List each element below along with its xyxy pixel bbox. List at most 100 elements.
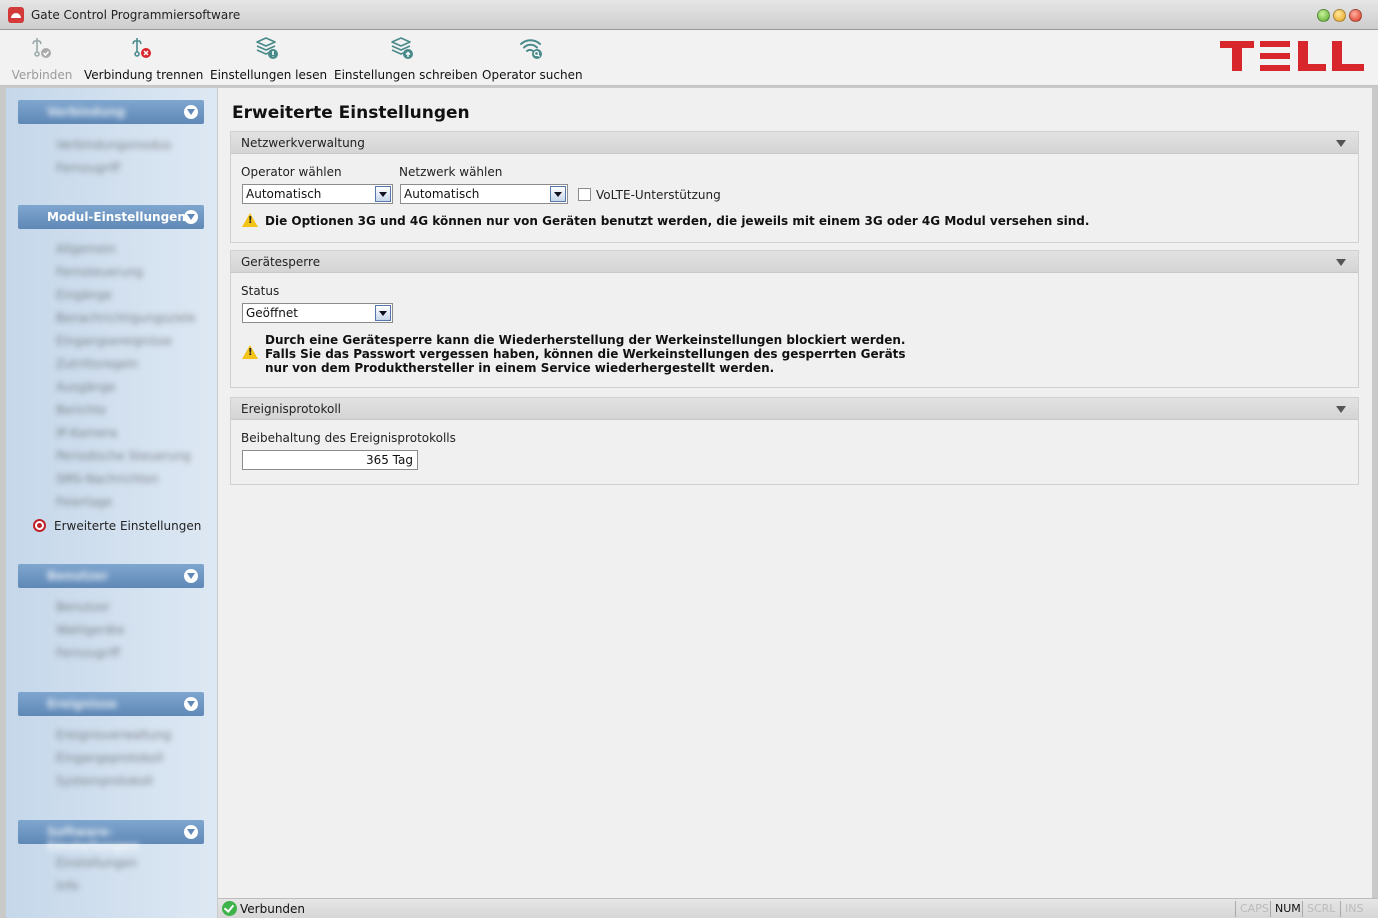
volte-checkbox[interactable] [578,188,591,201]
warning-icon [242,213,258,227]
sidebar-item[interactable]: Ausgänge [56,380,116,396]
sidebar-item[interactable]: Info [56,879,79,895]
dropdown-arrow-icon[interactable] [550,186,566,202]
collapse-arrow-icon[interactable] [1336,140,1346,147]
retention-value: 365 Tag [365,453,413,467]
sidebar-item[interactable]: Fernzugriff [56,646,120,662]
sidebar-section-module-settings[interactable]: Modul-Einstellungen [18,205,204,229]
status-bar: Verbunden CAPS NUM SCRL INS [218,898,1378,918]
sidebar-item[interactable]: Einstellungen [56,856,137,872]
disconnect-button[interactable]: Verbindung trennen [84,30,204,86]
network-select[interactable]: Automatisch [400,184,568,204]
sidebar-item[interactable]: Fernzugriff [56,161,120,177]
read-settings-button[interactable]: Einstellungen lesen [210,30,328,86]
ins-indicator: INS [1340,901,1367,917]
sidebar-section-users[interactable]: Benutzer [18,564,204,588]
usb-connect-icon [32,38,51,58]
layers-read-icon [256,37,278,59]
scrl-indicator: SCRL [1302,901,1339,917]
network-label: Netzwerk wählen [399,165,503,179]
chevron-down-icon [184,825,198,839]
signal-search-icon [520,39,542,59]
operator-label: Operator wählen [241,165,342,179]
sidebar-section-connection[interactable]: Verbindung [18,100,204,124]
page-title: Erweiterte Einstellungen [232,103,470,123]
network-panel-title: Netzwerkverwaltung [241,136,365,150]
sidebar-item-label: Erweiterte Einstellungen [54,519,202,533]
dropdown-arrow-icon[interactable] [375,186,391,202]
app-icon [8,7,24,23]
sidebar-item[interactable]: Fernsteuerung [56,265,143,281]
minimize-button[interactable] [1317,9,1330,22]
event-log-panel-title: Ereignisprotokoll [241,402,341,416]
network-select-value: Automatisch [404,187,480,201]
sidebar-item[interactable]: Benachrichtigungsziele [56,311,196,327]
connect-button[interactable]: Verbinden [10,30,74,86]
layers-write-icon [391,37,413,59]
sidebar-item[interactable]: Verbindungsmodus [56,138,171,154]
dropdown-arrow-icon[interactable] [375,305,391,321]
lock-status-select[interactable]: Geöffnet [242,303,393,323]
num-indicator: NUM [1270,901,1305,917]
event-log-panel-header[interactable]: Ereignisprotokoll [231,398,1358,420]
sidebar-item[interactable]: Periodische Steuerung [56,449,191,465]
toolbar: Verbinden Verbindung trennen Einstellung… [0,30,1378,86]
device-lock-panel: Gerätesperre Status Geöffnet Durch eine … [230,250,1359,388]
operator-select-value: Automatisch [246,187,322,201]
caps-indicator: CAPS [1235,901,1273,917]
sidebar-item[interactable]: SMS-Nachrichten [56,472,159,488]
radio-selected-icon [33,519,46,532]
warning-icon [242,345,258,359]
connect-label: Verbinden [11,68,73,82]
lock-warning-line-3: nur von dem Produkthersteller in einem S… [265,361,775,375]
chevron-down-icon [184,105,198,119]
connection-status: Verbunden [240,902,306,916]
sidebar-item[interactable]: Eingänge [56,288,112,304]
device-lock-panel-header[interactable]: Gerätesperre [231,251,1358,273]
collapse-arrow-icon[interactable] [1336,406,1346,413]
lock-warning-line-1: Durch eine Gerätesperre kann die Wiederh… [265,333,906,347]
event-log-panel: Ereignisprotokoll Beibehaltung des Ereig… [230,397,1359,485]
maximize-button[interactable] [1333,9,1346,22]
sidebar-section-software-settings[interactable]: Software-Einstellungen [18,820,204,853]
chevron-down-icon [184,569,198,583]
sidebar-section-events[interactable]: Ereignisse [18,692,204,716]
sidebar-item[interactable]: Eingangsprotokoll [56,751,163,767]
operator-search-button[interactable]: Operator suchen [482,30,583,86]
sidebar: Verbindung Verbindungsmodus Fernzugriff … [6,88,217,918]
sidebar-item[interactable]: Ereignisverwaltung [56,728,171,744]
volte-label: VoLTE-Unterstützung [596,188,721,202]
network-warning-text: Die Optionen 3G und 4G können nur von Ge… [265,214,1090,228]
device-lock-panel-title: Gerätesperre [241,255,321,269]
close-button[interactable] [1349,9,1362,22]
sidebar-item[interactable]: Allgemein [56,242,116,258]
sidebar-item[interactable]: Wahlgeräte [56,623,125,639]
sidebar-item-advanced-settings[interactable]: Erweiterte Einstellungen [33,519,201,535]
sidebar-item[interactable]: IP-Kamera [56,426,117,442]
collapse-arrow-icon[interactable] [1336,259,1346,266]
lock-warning-line-2: Falls Sie das Passwort vergessen haben, … [265,347,906,361]
retention-label: Beibehaltung des Ereignisprotokolls [241,431,456,445]
network-panel-header[interactable]: Netzwerkverwaltung [231,132,1358,154]
tell-logo [1220,41,1364,71]
usb-disconnect-icon [132,38,151,58]
sidebar-item[interactable]: Zutrittsregeln [56,357,138,373]
operator-select[interactable]: Automatisch [242,184,393,204]
connected-check-icon [222,901,237,916]
sidebar-item[interactable]: Feiertage [56,495,112,511]
disconnect-label: Verbindung trennen [84,68,204,82]
network-panel: Netzwerkverwaltung Operator wählen Netzw… [230,131,1359,243]
status-label: Status [241,284,280,298]
sidebar-item[interactable]: Benutzer [56,600,110,616]
sidebar-item[interactable]: Berichte [56,403,106,419]
write-settings-label: Einstellungen schreiben [334,68,478,82]
read-settings-label: Einstellungen lesen [210,68,328,82]
write-settings-button[interactable]: Einstellungen schreiben [334,30,478,86]
title-bar: Gate Control Programmiersoftware [0,0,1378,30]
chevron-down-icon [184,697,198,711]
window-title: Gate Control Programmiersoftware [31,8,241,22]
retention-input[interactable]: 365 Tag [242,450,418,470]
main-content: Erweiterte Einstellungen Netzwerkverwalt… [218,88,1372,898]
sidebar-item[interactable]: Eingangsereignisse [56,334,172,350]
sidebar-item[interactable]: Systemprotokoll [56,774,153,790]
